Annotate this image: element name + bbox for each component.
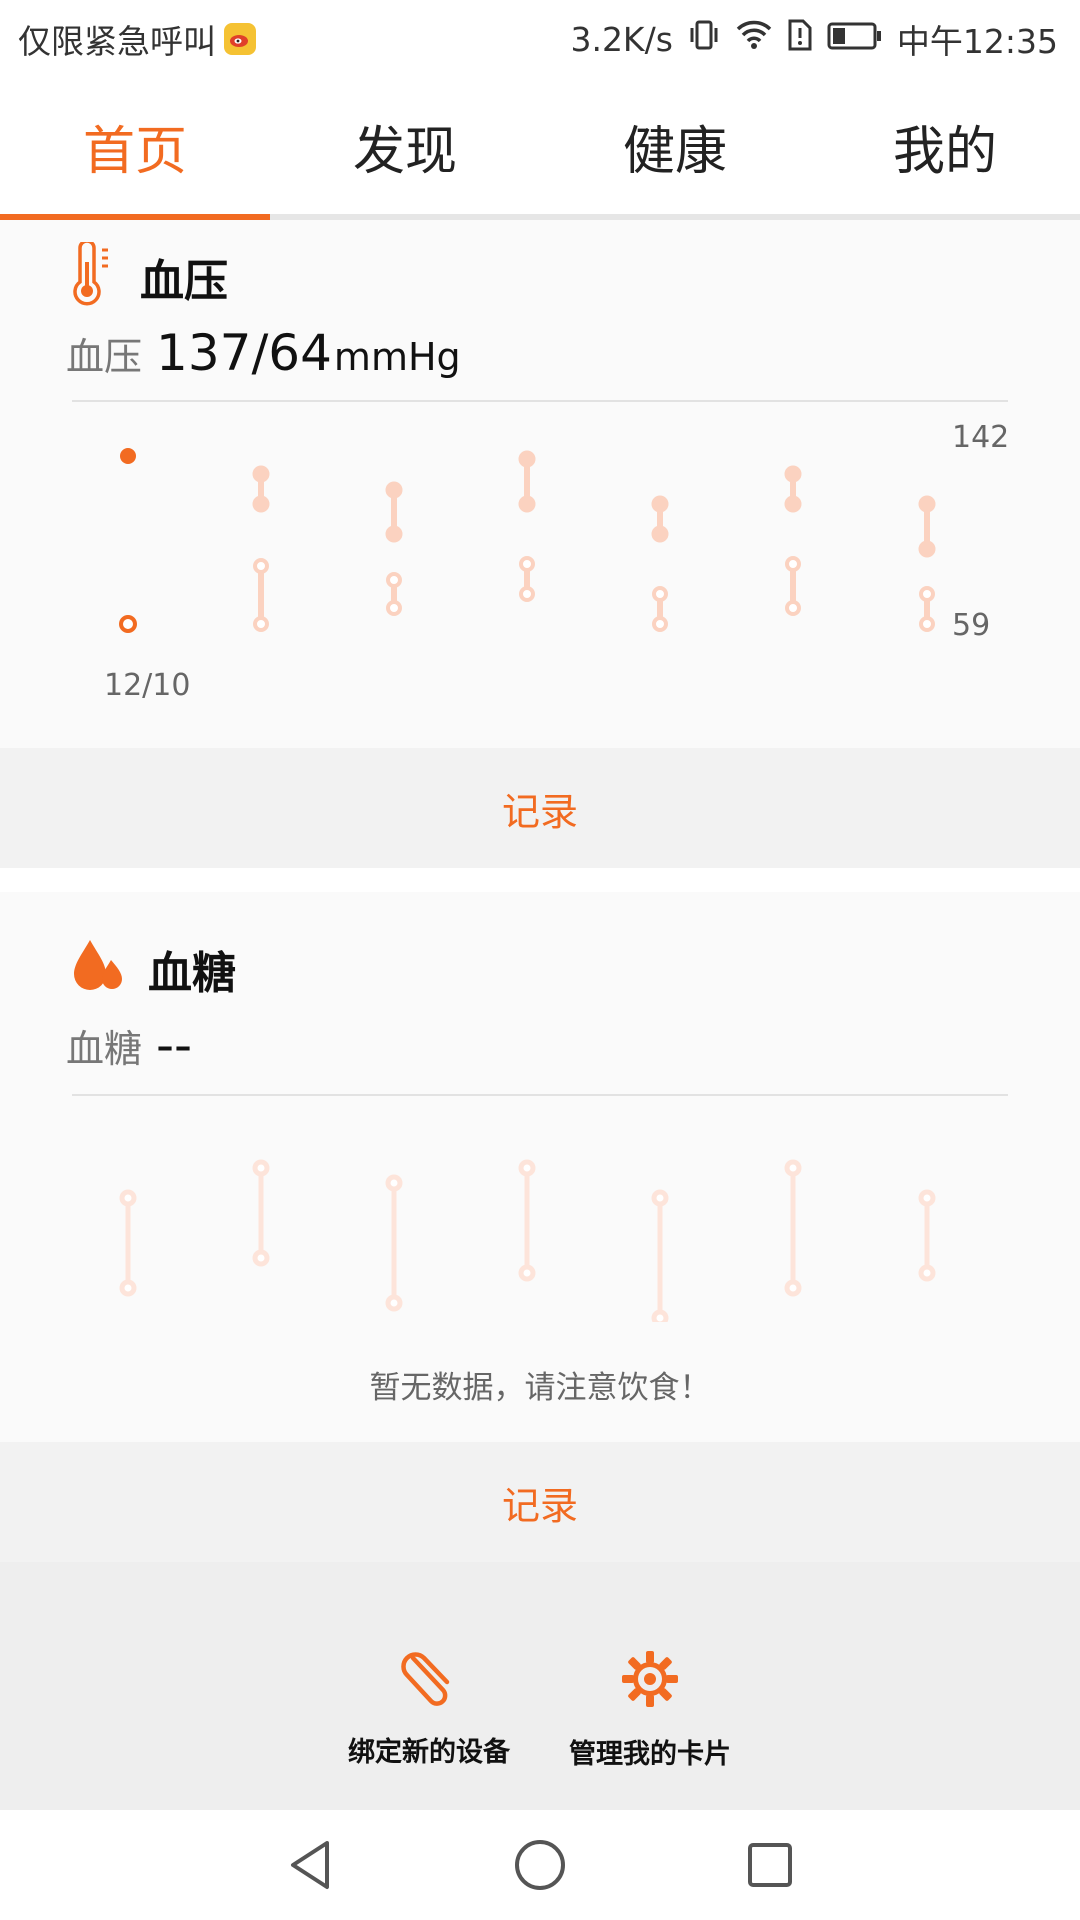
paperclip-icon (399, 1648, 459, 1712)
bp-divider (72, 400, 1008, 402)
clock: 中午12:35 (896, 22, 1058, 61)
blood-sugar-card: 血糖 血糖 -- 暂无数据，请注意饮食！ 记录 (0, 892, 1080, 1562)
bs-column-7 (918, 1189, 936, 1282)
net-speed: 3.2K/s (570, 19, 673, 59)
home-circle-icon (515, 1840, 565, 1890)
bs-metric-label: 血糖 (66, 1027, 143, 1071)
bp-card-header: 血压 (70, 239, 228, 312)
home-button[interactable] (510, 1835, 570, 1895)
drops-icon (70, 936, 124, 1002)
tab-health[interactable]: 健康 (540, 78, 810, 214)
status-left: 仅限紧急呼叫 (18, 15, 256, 63)
recents-button[interactable] (740, 1835, 800, 1895)
bind-device-label: 绑定新的设备 (348, 1737, 510, 1768)
thermometer-icon (70, 239, 116, 312)
bs-metric-value: -- (156, 1016, 193, 1074)
bp-column-4 (518, 450, 536, 602)
bind-device-button[interactable]: 绑定新的设备 (324, 1648, 534, 1769)
bp-column-7 (918, 495, 936, 632)
wifi-icon (735, 19, 773, 59)
bp-column-1 (119, 448, 137, 633)
back-triangle-icon (291, 1841, 329, 1889)
bp-metric: 血压 137/64 mmHg (66, 324, 461, 382)
bp-card-title: 血压 (140, 256, 228, 307)
navigation-bar (0, 1810, 1080, 1920)
status-bar: 仅限紧急呼叫 3.2K/s 中午12:35 (0, 0, 1080, 78)
status-right: 3.2K/s 中午12:35 (570, 15, 1058, 63)
back-button[interactable] (280, 1835, 340, 1895)
tab-mine[interactable]: 我的 (810, 78, 1080, 214)
battery-icon (827, 20, 883, 59)
bs-card-title: 血糖 (148, 948, 236, 999)
bp-column-3 (385, 481, 403, 616)
bs-column-5 (651, 1189, 669, 1322)
tab-home[interactable]: 首页 (0, 78, 270, 220)
gear-icon (619, 1648, 681, 1714)
bs-card-header: 血糖 (70, 936, 236, 1002)
bs-chart (119, 1159, 936, 1322)
bp-record-button[interactable]: 记录 (0, 748, 1080, 868)
bp-metric-value: 137/64 (156, 324, 332, 382)
main-tabs: 首页 发现 健康 我的 (0, 78, 1080, 220)
bp-chart (119, 448, 936, 633)
bs-record-button[interactable]: 记录 (0, 1442, 1080, 1562)
sim-alert-icon (787, 18, 813, 60)
bs-column-1 (119, 1189, 137, 1297)
bp-metric-label: 血压 (66, 335, 143, 379)
bs-metric: 血糖 -- (66, 1016, 192, 1074)
bp-y-min-label: 59 (952, 608, 991, 643)
recents-square-icon (748, 1843, 792, 1887)
weibo-icon (224, 23, 256, 55)
bp-first-date-label: 12/10 (104, 668, 191, 703)
bp-column-6 (784, 465, 802, 616)
bs-column-2 (252, 1159, 270, 1267)
bs-divider (72, 1094, 1008, 1096)
manage-cards-label: 管理我的卡片 (569, 1739, 731, 1770)
bs-empty-note: 暂无数据，请注意饮食！ (369, 1370, 711, 1406)
bs-column-6 (784, 1159, 802, 1297)
bp-column-5 (651, 495, 669, 632)
tab-discover[interactable]: 发现 (270, 78, 540, 214)
footer-actions: 绑定新的设备 管理我的卡片 (0, 1562, 1080, 1810)
vibrate-icon (687, 18, 721, 60)
blood-pressure-card: 血压 血压 137/64 mmHg 142 59 12/10 记录 (0, 220, 1080, 868)
carrier-text: 仅限紧急呼叫 (18, 22, 216, 61)
manage-cards-button[interactable]: 管理我的卡片 (545, 1648, 755, 1771)
bs-column-3 (385, 1174, 403, 1312)
bp-y-max-label: 142 (952, 420, 1010, 455)
bp-metric-unit: mmHg (333, 335, 461, 379)
bs-column-4 (518, 1159, 536, 1282)
bp-column-2 (252, 465, 270, 632)
